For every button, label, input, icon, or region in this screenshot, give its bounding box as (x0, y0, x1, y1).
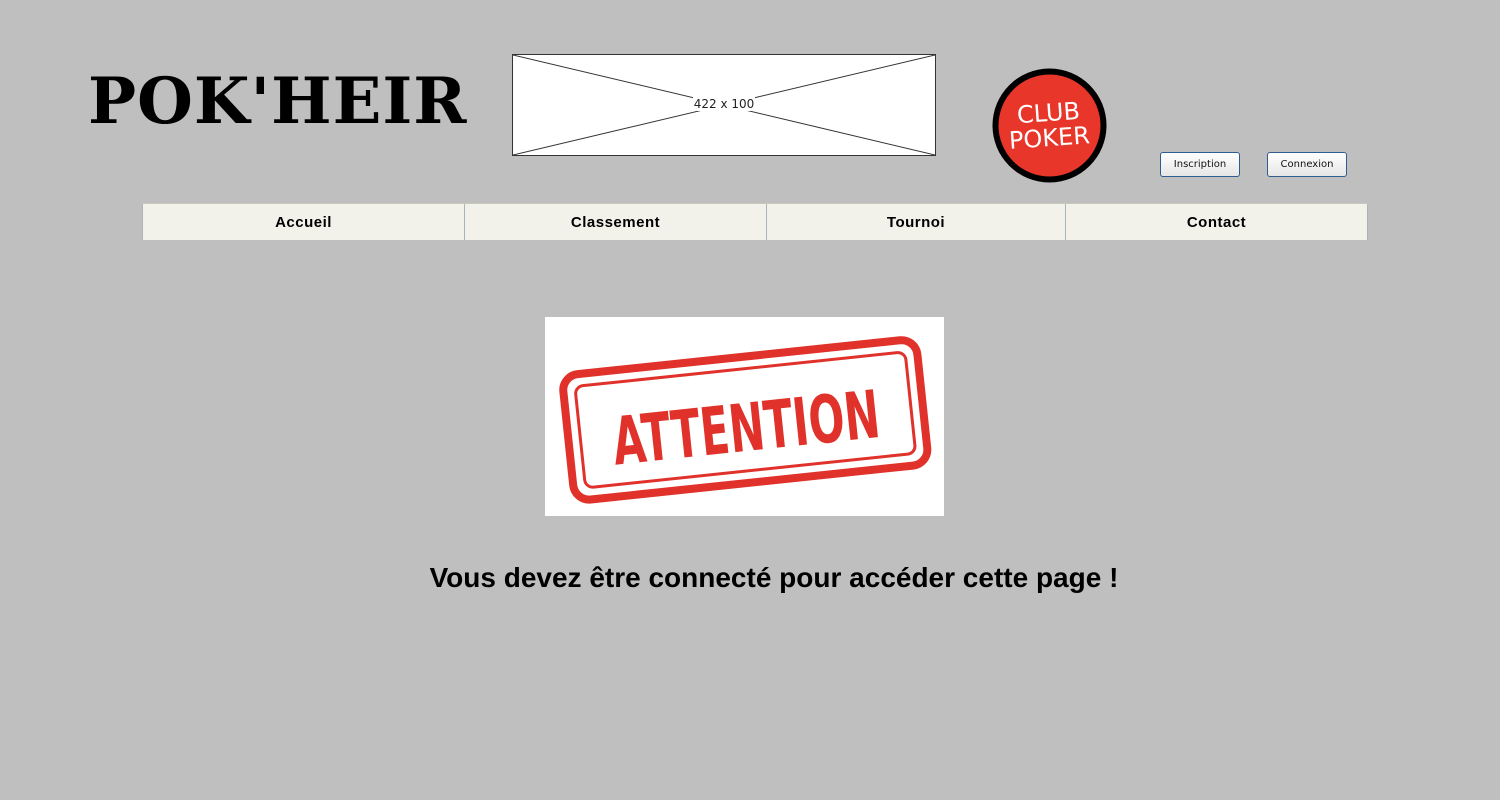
banner-placeholder-image: 422 x 100 (512, 54, 936, 156)
site-title: POK'HEIR (88, 64, 468, 139)
club-logo-line2: POKER (1008, 121, 1091, 155)
connexion-button[interactable]: Connexion (1267, 152, 1347, 177)
login-required-message: Vous devez être connecté pour accéder ce… (429, 562, 1119, 593)
inscription-button[interactable]: Inscription (1160, 152, 1240, 177)
nav-item-tournoi[interactable]: Tournoi (766, 204, 1065, 240)
attention-stamp-image: ATTENTION (545, 317, 944, 516)
nav-item-accueil[interactable]: Accueil (142, 204, 464, 240)
club-poker-logo[interactable]: CLUB POKER (992, 68, 1107, 183)
nav-item-contact[interactable]: Contact (1065, 204, 1368, 240)
nav-item-classement[interactable]: Classement (464, 204, 766, 240)
attention-stamp-text: ATTENTION (609, 376, 884, 481)
banner-size-label: 422 x 100 (692, 97, 756, 111)
main-navigation: Accueil Classement Tournoi Contact (142, 203, 1368, 240)
